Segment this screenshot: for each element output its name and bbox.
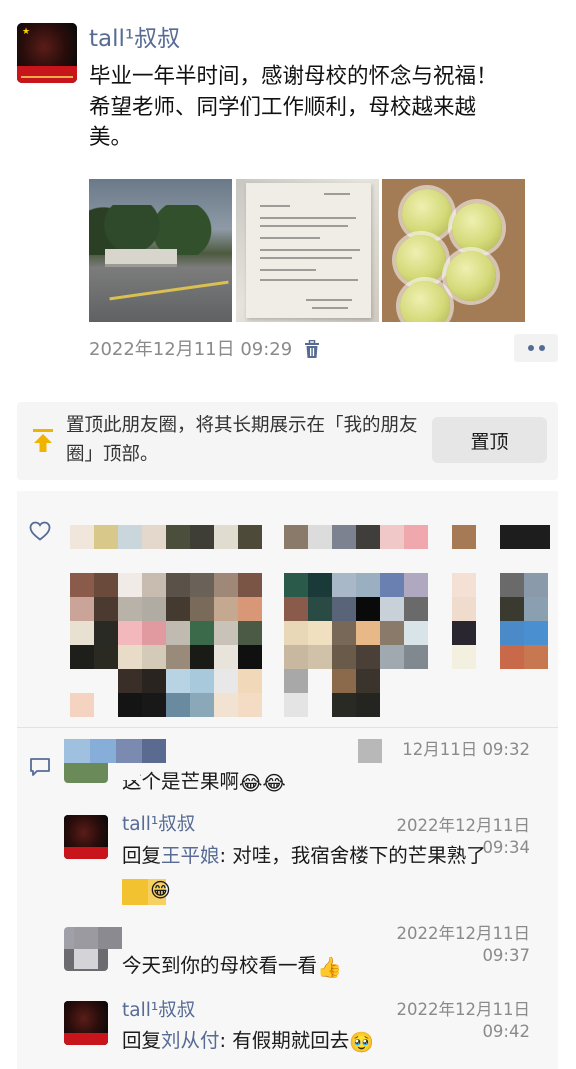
- heart-icon: [29, 521, 51, 541]
- post-author-name[interactable]: tall¹叔叔: [89, 24, 180, 54]
- comment-text: 今天到你的母校看一看👍: [122, 954, 342, 979]
- post-time: 2022年12月11日 09:29: [89, 339, 293, 360]
- commenter-avatar[interactable]: [64, 1001, 108, 1045]
- comment-icon: [30, 758, 50, 776]
- document-photo[interactable]: [236, 179, 379, 322]
- pin-banner: 置顶此朋友圈，将其长期展示在「我的朋友圈」顶部。 置顶: [17, 402, 558, 480]
- more-dots-icon[interactable]: [514, 334, 558, 362]
- commenter-name-mosaic: [64, 927, 122, 969]
- comment-author-name[interactable]: tall¹叔叔: [122, 999, 195, 1023]
- trash-icon[interactable]: [304, 340, 320, 359]
- comment-text: 回复王平娘: 对哇，我宿舍楼下的芒果熟了: [122, 844, 486, 867]
- liker-avatars[interactable]: [70, 507, 550, 719]
- text-mosaic: [122, 768, 140, 780]
- author-avatar[interactable]: ★: [17, 23, 77, 83]
- pin-top-icon: [33, 429, 53, 452]
- comment-author-name[interactable]: tall¹叔叔: [122, 813, 195, 837]
- comment-time: 12月11日 09:32: [402, 740, 530, 759]
- pin-button[interactable]: 置顶: [432, 417, 547, 463]
- commenter-name-mosaic: [64, 739, 166, 763]
- pears-photo[interactable]: [382, 179, 525, 322]
- comment-text: 回复刘从付: 有假期就回去🥹: [122, 1029, 375, 1054]
- comment-emoji: 😁: [150, 878, 171, 902]
- flag-icon: ★: [22, 27, 31, 37]
- post-text: 毕业一年半时间，感谢母校的怀念与祝福！ 希望老师、同学们工作顺利，母校越来越 美…: [89, 64, 498, 150]
- divider: [17, 727, 558, 728]
- comment-text: 这个是芒果啊😂😂: [122, 770, 286, 795]
- commenter-avatar[interactable]: [64, 815, 108, 859]
- pin-description: 置顶此朋友圈，将其长期展示在「我的朋友圈」顶部。: [66, 415, 418, 465]
- campus-gate-photo[interactable]: [89, 179, 232, 322]
